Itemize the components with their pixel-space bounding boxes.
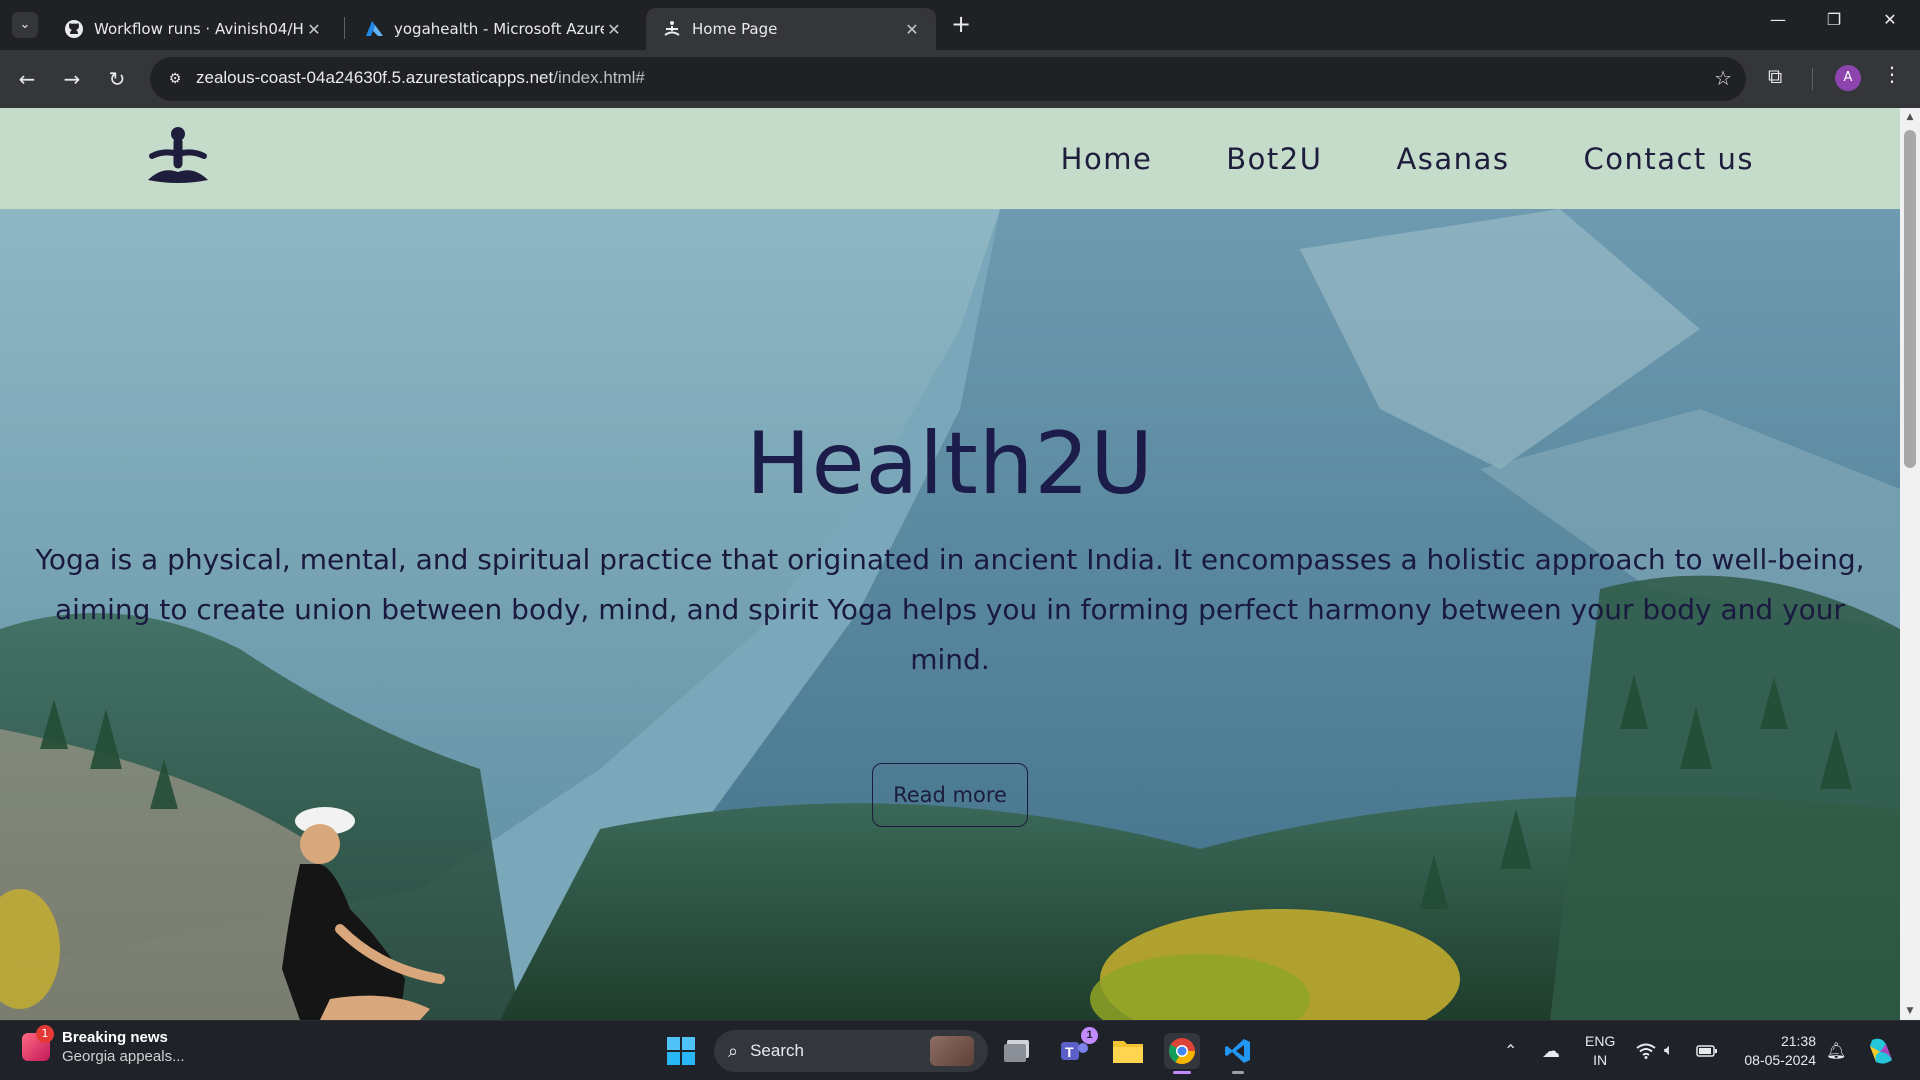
github-icon bbox=[64, 19, 84, 39]
svg-text:T: T bbox=[1065, 1044, 1074, 1060]
profile-avatar[interactable]: A bbox=[1835, 65, 1861, 91]
url-host: zealous-coast-04a24630f.5.azurestaticapp… bbox=[196, 68, 554, 87]
language-code: ENG bbox=[1585, 1033, 1616, 1049]
taskbar-search-box[interactable]: ⌕ Search bbox=[714, 1030, 988, 1072]
address-bar[interactable]: ⚙ zealous-coast-04a24630f.5.azurestatica… bbox=[150, 57, 1746, 101]
file-explorer-icon[interactable] bbox=[1110, 1033, 1146, 1069]
clock-date: 08-05-2024 bbox=[1744, 1052, 1816, 1068]
tab-azure[interactable]: yogahealth - Microsoft Azure ✕ bbox=[348, 8, 638, 50]
tab-title: Workflow runs · Avinish04/Heal bbox=[94, 20, 304, 38]
browser-toolbar: ← → ↻ ⚙ zealous-coast-04a24630f.5.azures… bbox=[0, 50, 1920, 108]
tab-search-button[interactable]: ⌄ bbox=[12, 12, 38, 38]
toolbar-divider bbox=[1812, 68, 1813, 90]
windows-taskbar: 1 Breaking news Georgia appeals... ⌕ Sea… bbox=[0, 1020, 1920, 1080]
yoga-logo-icon[interactable] bbox=[144, 124, 212, 188]
region-code: IN bbox=[1593, 1052, 1608, 1068]
show-hidden-icons-chevron[interactable]: ⌃ bbox=[1504, 1021, 1517, 1080]
close-tab-icon[interactable]: ✕ bbox=[304, 20, 324, 39]
nav-link-asanas[interactable]: Asanas bbox=[1396, 142, 1509, 176]
site-header: Home Bot2U Asanas Contact us bbox=[0, 108, 1900, 209]
news-title: Breaking news bbox=[62, 1029, 168, 1046]
news-badge: 1 bbox=[36, 1025, 54, 1043]
tab-home-page[interactable]: Home Page ✕ bbox=[646, 8, 936, 50]
system-clock[interactable]: 21:38 08-05-2024 bbox=[1738, 1032, 1816, 1070]
teams-icon[interactable]: T 1 bbox=[1056, 1027, 1098, 1069]
vscode-icon[interactable] bbox=[1220, 1033, 1256, 1074]
tab-workflow-runs[interactable]: Workflow runs · Avinish04/Heal ✕ bbox=[48, 8, 338, 50]
news-subtitle: Georgia appeals... bbox=[62, 1048, 185, 1065]
scrollbar-thumb[interactable] bbox=[1904, 130, 1916, 468]
tab-title: yogahealth - Microsoft Azure bbox=[394, 20, 604, 38]
hero-title: Health2U bbox=[745, 414, 1155, 514]
new-tab-button[interactable]: + bbox=[948, 12, 974, 38]
search-icon: ⌕ bbox=[728, 1040, 739, 1062]
hero-section: Health2U Yoga is a physical, mental, and… bbox=[0, 209, 1900, 1020]
scroll-down-icon[interactable]: ▼ bbox=[1900, 1006, 1920, 1016]
tab-divider bbox=[344, 17, 345, 39]
nav-link-bot2u[interactable]: Bot2U bbox=[1226, 142, 1322, 176]
nav-link-home[interactable]: Home bbox=[1061, 142, 1153, 176]
back-icon[interactable]: ← bbox=[12, 64, 42, 94]
url-path: /index.html# bbox=[553, 68, 645, 87]
url-text[interactable]: zealous-coast-04a24630f.5.azurestaticapp… bbox=[196, 68, 645, 88]
windows-start-icon[interactable] bbox=[666, 1036, 696, 1066]
chrome-icon[interactable] bbox=[1164, 1033, 1200, 1074]
read-more-button[interactable]: Read more bbox=[872, 763, 1028, 827]
search-highlight-image bbox=[930, 1036, 974, 1066]
bookmark-star-icon[interactable]: ☆ bbox=[1714, 66, 1732, 90]
task-view-icon[interactable] bbox=[1000, 1033, 1036, 1069]
onedrive-cloud-icon[interactable]: ☁ bbox=[1542, 1021, 1560, 1080]
browser-tab-bar: ⌄ Workflow runs · Avinish04/Heal ✕ yogah… bbox=[0, 0, 1920, 50]
teams-badge: 1 bbox=[1081, 1027, 1098, 1044]
extensions-icon[interactable]: ⧉ bbox=[1768, 64, 1782, 88]
notification-bell-icon[interactable]: 🔔︎ bbox=[1826, 1021, 1846, 1080]
running-app-indicator bbox=[1232, 1071, 1244, 1074]
tab-title: Home Page bbox=[692, 20, 778, 38]
site-nav-links: Home Bot2U Asanas Contact us bbox=[1061, 108, 1754, 209]
close-tab-icon[interactable]: ✕ bbox=[902, 20, 922, 39]
taskbar-search-label: Search bbox=[750, 1041, 804, 1060]
page-scrollbar[interactable]: ▲ ▼ bbox=[1900, 108, 1920, 1020]
page-viewport: Home Bot2U Asanas Contact us Health2U Yo… bbox=[0, 108, 1900, 1020]
reload-icon[interactable]: ↻ bbox=[102, 64, 132, 94]
language-indicator[interactable]: ENG IN bbox=[1585, 1032, 1615, 1070]
forward-icon[interactable]: → bbox=[57, 64, 87, 94]
battery-icon[interactable] bbox=[1696, 1021, 1718, 1080]
news-widget[interactable]: 1 Breaking news Georgia appeals... bbox=[22, 1025, 185, 1065]
copilot-icon[interactable] bbox=[1866, 1021, 1896, 1080]
site-settings-icon[interactable]: ⚙ bbox=[164, 68, 186, 90]
close-tab-icon[interactable]: ✕ bbox=[604, 20, 624, 39]
scroll-up-icon[interactable]: ▲ bbox=[1900, 112, 1920, 122]
active-app-indicator bbox=[1173, 1071, 1191, 1074]
volume-icon[interactable]: 🔈︎ bbox=[1664, 1021, 1674, 1080]
yoga-pose-icon bbox=[662, 19, 682, 39]
minimize-icon[interactable]: — bbox=[1758, 10, 1798, 29]
nav-link-contact[interactable]: Contact us bbox=[1583, 142, 1754, 176]
news-icon: 1 bbox=[22, 1025, 54, 1061]
azure-icon bbox=[364, 19, 384, 39]
close-window-icon[interactable]: ✕ bbox=[1870, 10, 1910, 29]
more-menu-icon[interactable]: ⋮ bbox=[1882, 62, 1902, 86]
clock-time: 21:38 bbox=[1780, 1033, 1816, 1049]
hero-description: Yoga is a physical, mental, and spiritua… bbox=[35, 543, 1865, 676]
restore-icon[interactable]: ❐ bbox=[1814, 10, 1854, 29]
wifi-icon[interactable] bbox=[1636, 1021, 1656, 1080]
